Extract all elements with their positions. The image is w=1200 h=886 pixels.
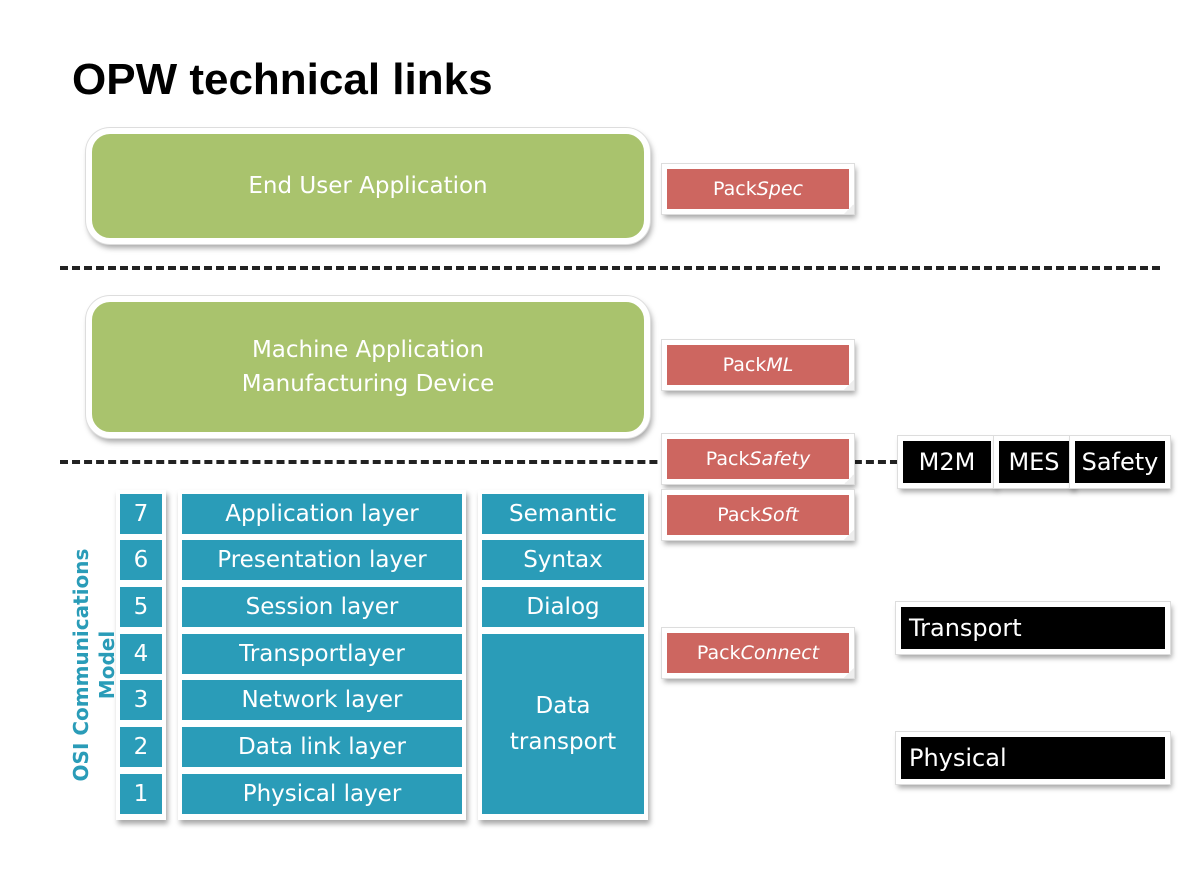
pack-prefix: Pack [705,448,750,470]
pack-prefix: Pack [722,354,767,376]
osi-layer-number: 6 [116,536,166,584]
osi-group-semantic: Semantic [478,490,648,538]
osi-layer-name: Presentation layer [178,536,466,584]
pack-suffix: Safety [749,448,811,470]
osi-group-column: Semantic Syntax Dialog Data transport [478,490,648,820]
osi-layer-number: 2 [116,723,166,771]
pack-prefix: Pack [696,642,741,664]
pack-tag-packspec: Pack Spec [662,164,854,214]
osi-layer-name: Data link layer [178,723,466,771]
osi-layer-name: Network layer [178,676,466,724]
osi-layer-number: 4 [116,630,166,678]
tag-m2m-label: M2M [918,448,976,476]
osi-layer-number: 1 [116,770,166,818]
tag-safety: Safety [1070,436,1170,488]
machine-application-box: Machine Application Manufacturing Device [86,296,650,438]
tag-m2m: M2M [898,436,996,488]
osi-layer-name: Application layer [178,490,466,538]
tag-transport-label: Transport [909,614,1022,642]
pack-suffix: ML [766,354,794,376]
osi-layer-number: 3 [116,676,166,724]
osi-layer-number: 5 [116,583,166,631]
osi-group-data-transport: Data transport [478,630,648,818]
pack-tag-packml: Pack ML [662,340,854,390]
osi-layer-number: 7 [116,490,166,538]
osi-group-syntax: Syntax [478,536,648,584]
data-transport-line2: transport [509,729,617,755]
page-title: OPW technical links [72,55,493,104]
osi-group-dialog: Dialog [478,583,648,631]
manufacturing-device-label: Manufacturing Device [241,371,495,397]
pack-tag-packsafety: Pack Safety [662,434,854,484]
tag-mes: MES [994,436,1074,488]
machine-application-label: Machine Application [251,337,485,363]
pack-prefix: Pack [713,178,757,200]
end-user-application-label: End User Application [248,173,488,199]
tag-transport: Transport [896,602,1170,654]
tag-physical: Physical [896,732,1170,784]
osi-layer-name: Physical layer [178,770,466,818]
osi-model-label: OSI Communications Model [69,548,119,782]
osi-number-column: 7 6 5 4 3 2 1 [116,490,166,820]
pack-suffix: Connect [740,642,820,664]
pack-suffix: Soft [760,504,799,526]
osi-layer-column: Application layer Presentation layer Ses… [178,490,466,820]
data-transport-line1: Data [535,693,591,719]
tag-mes-label: MES [1008,448,1060,476]
pack-tag-packconnect: Pack Connect [662,628,854,678]
osi-layer-name: Transportlayer [178,630,466,678]
tag-safety-label: Safety [1081,448,1159,476]
osi-layer-name: Session layer [178,583,466,631]
end-user-application-box: End User Application [86,128,650,244]
divider-dashed-line [60,266,1160,270]
tag-physical-label: Physical [909,744,1007,772]
pack-prefix: Pack [717,504,761,526]
pack-suffix: Spec [756,178,803,200]
pack-tag-packsoft: Pack Soft [662,490,854,540]
